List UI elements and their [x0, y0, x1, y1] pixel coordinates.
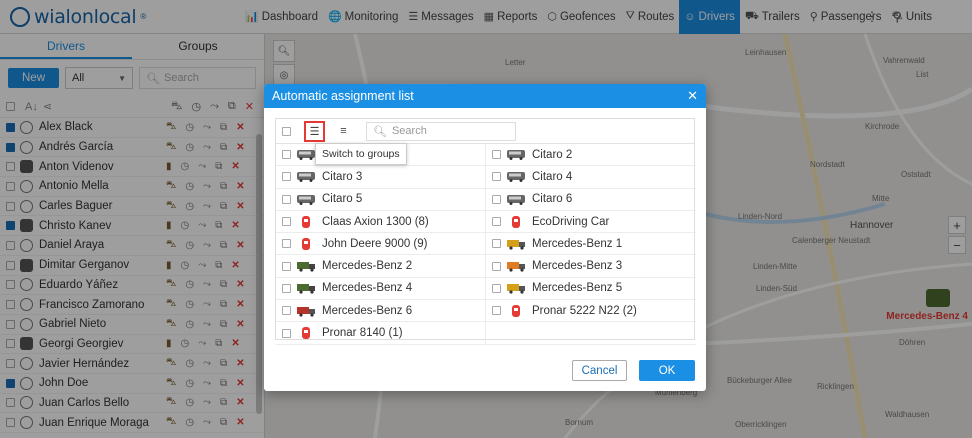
unit-item[interactable]: Pronar 5222 N22 (2)	[486, 300, 696, 323]
unit-item[interactable]: Mercedes-Benz 4	[276, 277, 486, 301]
truck-red-icon	[295, 304, 317, 317]
unit-checkbox[interactable]	[282, 328, 291, 338]
pin-icon	[295, 215, 317, 228]
unit-item[interactable]: Mercedes-Benz 5	[486, 278, 696, 301]
unit-name: EcoDriving Car	[532, 215, 610, 228]
unit-name: Citaro 6	[532, 193, 573, 206]
switch-to-groups-icon[interactable]: ☰	[304, 120, 325, 142]
unit-name: Mercedes-Benz 3	[532, 260, 623, 273]
unit-item[interactable]: Citaro 6	[486, 189, 696, 211]
tooltip: Switch to groups	[315, 143, 407, 165]
bus-icon	[505, 148, 527, 161]
dialog-body: ☰ ≡ 🔍︎ Search Switch to groups Citaro 1C…	[275, 118, 696, 345]
unit-name: Mercedes-Benz 2	[322, 260, 413, 273]
close-icon[interactable]: ✕	[687, 88, 698, 104]
unit-checkbox[interactable]	[492, 172, 501, 182]
unit-checkbox[interactable]	[492, 150, 501, 160]
units-search-input[interactable]: 🔍︎ Search	[366, 121, 516, 141]
show-all-icon[interactable]: ≡	[333, 121, 354, 142]
unit-checkbox[interactable]	[282, 217, 291, 227]
unit-checkbox[interactable]	[282, 150, 291, 160]
units-search-placeholder: Search	[391, 125, 427, 137]
unit-name: Pronar 5222 N22 (2)	[532, 304, 637, 317]
unit-name: Citaro 4	[532, 170, 573, 183]
select-all-units-checkbox[interactable]	[282, 126, 291, 136]
bus-icon	[295, 170, 317, 183]
unit-checkbox[interactable]	[492, 239, 501, 249]
truck-orange-icon	[505, 260, 527, 273]
units-grid: Citaro 1Citaro 2Citaro 3Citaro 4Citaro 5…	[276, 144, 696, 345]
unit-checkbox[interactable]	[282, 239, 291, 249]
dialog-footer: Cancel OK	[572, 360, 695, 381]
dialog-toolbar: ☰ ≡ 🔍︎ Search	[276, 119, 694, 144]
unit-item[interactable]: Mercedes-Benz 1	[486, 233, 696, 256]
unit-name: John Deere 9000 (9)	[322, 237, 428, 250]
unit-item[interactable]: Citaro 4	[486, 166, 696, 189]
unit-name: Mercedes-Benz 1	[532, 237, 623, 250]
unit-checkbox[interactable]	[492, 306, 501, 316]
unit-item[interactable]: Mercedes-Benz 6	[276, 300, 486, 323]
truck-green-icon	[295, 260, 317, 273]
unit-name: Citaro 3	[322, 170, 363, 183]
unit-checkbox[interactable]	[492, 217, 501, 227]
unit-checkbox[interactable]	[282, 283, 291, 293]
ok-button[interactable]: OK	[639, 360, 695, 381]
pin-icon	[505, 215, 527, 228]
unit-item[interactable]: Citaro 5	[276, 188, 486, 211]
unit-name: Citaro 5	[322, 193, 363, 206]
unit-item[interactable]: Claas Axion 1300 (8)	[276, 210, 486, 234]
unit-checkbox[interactable]	[282, 261, 291, 271]
unit-checkbox[interactable]	[492, 194, 501, 204]
bus-icon	[505, 170, 527, 183]
dialog-title: Automatic assignment list	[272, 89, 414, 103]
truck-green-icon	[295, 282, 317, 295]
unit-name: Pronar 8140 (1)	[322, 327, 403, 340]
bus-icon	[295, 193, 317, 206]
pin-icon	[295, 327, 317, 340]
truck-yellow-icon	[505, 282, 527, 295]
pin-icon	[505, 304, 527, 317]
truck-yellow-icon	[505, 237, 527, 250]
cancel-button[interactable]: Cancel	[572, 360, 627, 381]
bus-icon	[505, 193, 527, 206]
empty-cell	[486, 322, 696, 345]
unit-item[interactable]: Citaro 3	[276, 166, 486, 189]
unit-name: Mercedes-Benz 6	[322, 304, 413, 317]
unit-checkbox[interactable]	[492, 261, 501, 271]
unit-name: Mercedes-Benz 4	[322, 282, 413, 295]
unit-item[interactable]: Pronar 8140 (1)	[276, 322, 486, 345]
search-icon: 🔍︎	[373, 125, 387, 138]
unit-checkbox[interactable]	[282, 306, 291, 316]
unit-name: Claas Axion 1300 (8)	[322, 215, 429, 228]
unit-item[interactable]: EcoDriving Car	[486, 211, 696, 234]
unit-item[interactable]: Mercedes-Benz 3	[486, 255, 696, 278]
unit-item[interactable]: Citaro 2	[486, 144, 696, 167]
pin-icon	[295, 237, 317, 250]
automatic-assignment-dialog: Automatic assignment list ✕ ☰ ≡ 🔍︎ Searc…	[264, 84, 706, 391]
unit-item[interactable]: Mercedes-Benz 2	[276, 255, 486, 278]
bus-icon	[295, 148, 317, 161]
dialog-header: Automatic assignment list ✕	[264, 84, 706, 108]
unit-checkbox[interactable]	[492, 283, 501, 293]
unit-name: Citaro 2	[532, 148, 573, 161]
unit-item[interactable]: John Deere 9000 (9)	[276, 233, 486, 256]
unit-name: Mercedes-Benz 5	[532, 282, 623, 295]
unit-checkbox[interactable]	[282, 172, 291, 182]
unit-checkbox[interactable]	[282, 194, 291, 204]
